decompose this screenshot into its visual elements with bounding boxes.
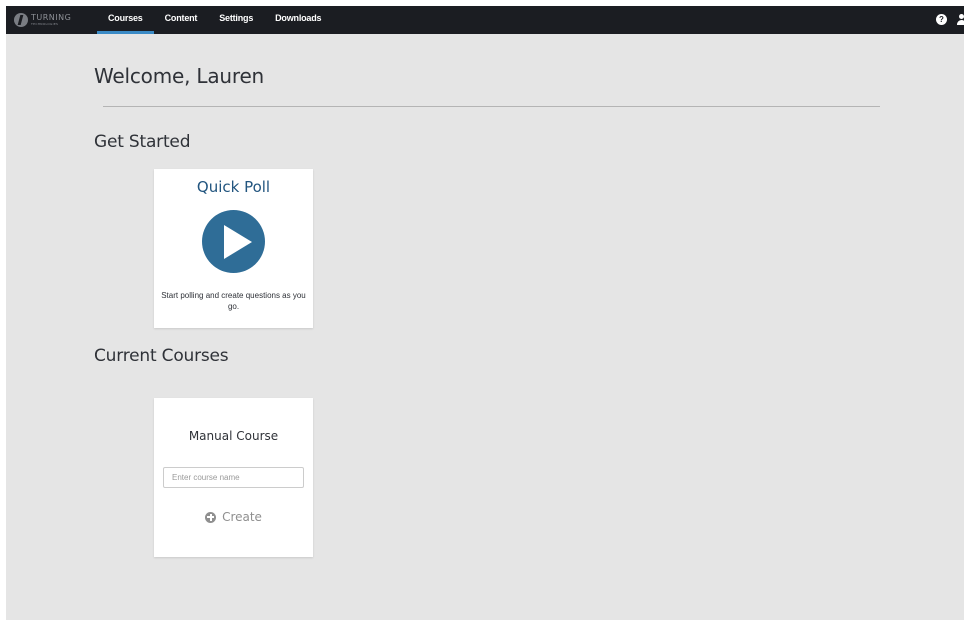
turning-logo-icon	[14, 13, 28, 27]
welcome-heading: Welcome, Lauren	[94, 64, 265, 88]
logo-text: TURNING TECHNOLOGIES	[31, 13, 72, 27]
logo-subtext: TECHNOLOGIES	[31, 22, 59, 26]
nav-item-courses[interactable]: Courses	[97, 6, 154, 34]
logo-wordmark: TURNING	[31, 13, 72, 22]
manual-course-title: Manual Course	[188, 429, 279, 443]
quick-poll-title: Quick Poll	[196, 178, 271, 196]
get-started-heading: Get Started	[94, 132, 191, 152]
create-label: Create	[222, 510, 262, 524]
user-icon[interactable]	[957, 14, 964, 25]
course-name-input[interactable]	[163, 467, 304, 488]
nav-item-content[interactable]: Content	[154, 6, 209, 34]
nav-item-downloads[interactable]: Downloads	[264, 6, 332, 34]
create-course-button[interactable]: Create	[154, 510, 313, 524]
nav-item-settings[interactable]: Settings	[208, 6, 264, 34]
header-divider	[103, 106, 880, 107]
quick-poll-card[interactable]: Quick Poll Start polling and create ques…	[154, 169, 313, 328]
plus-circle-icon	[205, 511, 217, 523]
current-courses-heading: Current Courses	[94, 346, 229, 366]
turning-logo[interactable]: TURNING TECHNOLOGIES	[14, 12, 71, 28]
app-frame: TURNING TECHNOLOGIES Courses Content Set…	[6, 6, 964, 620]
main-nav: Courses Content Settings Downloads	[97, 6, 332, 34]
top-navigation-bar: TURNING TECHNOLOGIES Courses Content Set…	[6, 6, 964, 34]
manual-course-card: Manual Course Create	[154, 398, 313, 557]
play-icon[interactable]	[202, 210, 265, 273]
help-icon[interactable]: ?	[936, 14, 947, 25]
quick-poll-description: Start polling and create questions as yo…	[161, 291, 306, 311]
